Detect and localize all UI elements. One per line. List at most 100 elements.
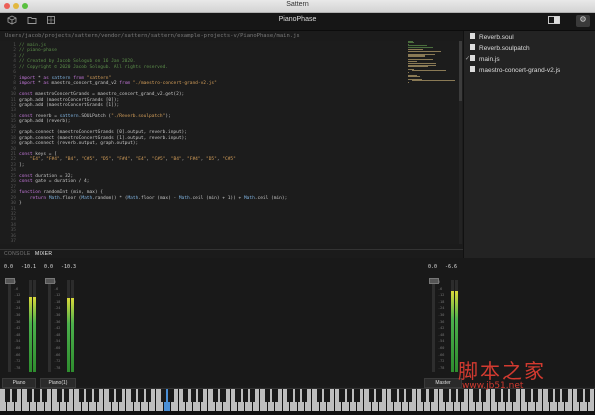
file-icon [470,44,475,50]
black-key[interactable] [57,389,62,402]
line-number: 33 [0,217,16,222]
black-key[interactable] [265,389,270,402]
black-key[interactable] [324,389,329,402]
black-key[interactable] [406,389,411,402]
code-line[interactable]: const gate = duration / 4; [19,179,89,184]
code-line[interactable]: const maestroConcertGrands = maestro_con… [19,92,184,97]
black-key[interactable] [109,389,114,402]
black-key[interactable] [138,389,143,402]
black-key[interactable] [577,389,582,402]
code-line[interactable]: import * as maestro_concert_grand_v2 fro… [19,81,217,86]
black-key[interactable] [347,389,352,402]
scale-tick: 0 [54,280,56,284]
black-key[interactable] [250,389,255,402]
black-key[interactable] [198,389,203,402]
black-key[interactable] [161,389,166,402]
black-key[interactable] [243,389,248,402]
black-key[interactable] [421,389,426,402]
tab-console[interactable]: CONSOLE [4,251,31,257]
level-meter [33,280,36,372]
scale-tick: -18 [438,300,444,304]
black-key[interactable] [12,389,17,402]
black-key[interactable] [131,389,136,402]
code-line[interactable]: import * as sattern from "sattern" [19,76,111,81]
black-key[interactable] [191,389,196,402]
mixer-strip-piano: 0.0 -10.1 0-6-12-18-24-30-36-42-48-54-60… [0,258,36,386]
black-key[interactable] [429,389,434,402]
scale-tick: -24 [54,306,60,310]
scale-tick: -6 [438,287,442,291]
code-line[interactable]: graph.connect (maestroConcertGrands [0].… [19,130,187,135]
black-key[interactable] [34,389,39,402]
black-key[interactable] [213,389,218,402]
scale-tick: -78 [14,366,20,370]
code-line[interactable]: return Math.floor (Math.random() * (Math… [19,196,287,201]
file-name: main.js [479,56,500,63]
site-watermark: 脚本之家 www.jb51.net [458,355,578,400]
code-line[interactable]: graph.add (maestroConcertGrands [1]); [19,103,119,108]
black-key[interactable] [86,389,91,402]
line-number: 35 [0,228,16,233]
meter-level [29,297,32,372]
black-key[interactable] [376,389,381,402]
view-toggle-icon[interactable] [548,15,560,27]
black-key[interactable] [42,389,47,402]
watermark-url: www.jb51.net [462,381,523,391]
code-line[interactable]: // Created by Jacob Sologub on 16 Jan 20… [19,59,136,64]
code-line[interactable]: ]; [19,163,24,168]
black-key[interactable] [235,389,240,402]
black-key[interactable] [146,389,151,402]
volume-fader[interactable] [432,280,435,372]
black-key[interactable] [369,389,374,402]
code-line[interactable]: "E4", "F#4", "B4", "C#5", "D5", "F#4", "… [19,157,236,162]
minimap[interactable] [408,41,456,85]
file-item-main-js[interactable]: ✓ main.js [470,54,594,65]
black-key[interactable] [443,389,448,402]
scale-tick: -54 [14,339,20,343]
file-item-reverb-soulpatch[interactable]: Reverb.soulpatch [470,43,594,54]
mixer-strip-master: 0.0 -6.6 0-6-12-18-24-30-36-42-48-54-60-… [424,258,462,386]
black-key[interactable] [220,389,225,402]
black-key[interactable] [317,389,322,402]
tab-mixer[interactable]: MIXER [35,251,52,257]
file-item-reverb-soul[interactable]: Reverb.soul [470,32,594,43]
black-key[interactable] [399,389,404,402]
black-key[interactable] [27,389,32,402]
code-line[interactable]: function randomInt (min, max) { [19,190,103,195]
code-editor[interactable]: 1234567891011121314151617181920212223242… [0,41,463,244]
black-key[interactable] [79,389,84,402]
code-line[interactable]: graph.add (maestroConcertGrands [0]); [19,98,119,103]
gear-icon[interactable] [576,15,590,27]
black-key[interactable] [168,389,173,402]
code-line[interactable]: graph.connect (maestroConcertGrands [1].… [19,136,187,141]
file-item-maestro-concert-grand[interactable]: maestro-concert-grand-v2.js [470,65,594,76]
black-key[interactable] [5,389,10,402]
black-key[interactable] [354,389,359,402]
black-key[interactable] [272,389,277,402]
black-key[interactable] [391,389,396,402]
code-line[interactable]: // piano-phase [19,48,57,53]
code-line[interactable]: graph.connect (reverb.output, graph.outp… [19,141,138,146]
meter-scale: 0-6-12-18-24-30-36-42-48-54-60-66-72-78 [438,280,450,372]
volume-fader[interactable] [48,280,51,372]
black-key[interactable] [183,389,188,402]
black-key[interactable] [339,389,344,402]
strip-name-piano-1[interactable]: Piano(1) [40,378,76,388]
volume-fader[interactable] [8,280,11,372]
strip-name-master[interactable]: Master [424,378,462,388]
code-line[interactable]: // Copyright © 2020 Jacob Sologub. All r… [19,65,168,70]
black-key[interactable] [94,389,99,402]
meter-level [33,297,36,372]
code-line[interactable]: graph.add (reverb); [19,119,70,124]
black-key[interactable] [295,389,300,402]
black-key[interactable] [64,389,69,402]
black-key[interactable] [116,389,121,402]
black-key[interactable] [287,389,292,402]
black-key[interactable] [302,389,307,402]
black-key[interactable] [585,389,590,402]
code-line[interactable]: } [19,201,22,206]
strip-name-piano[interactable]: Piano [2,378,36,388]
black-key[interactable] [451,389,456,402]
editor-scrollbar[interactable] [459,41,462,244]
line-number: 20 [0,147,16,152]
